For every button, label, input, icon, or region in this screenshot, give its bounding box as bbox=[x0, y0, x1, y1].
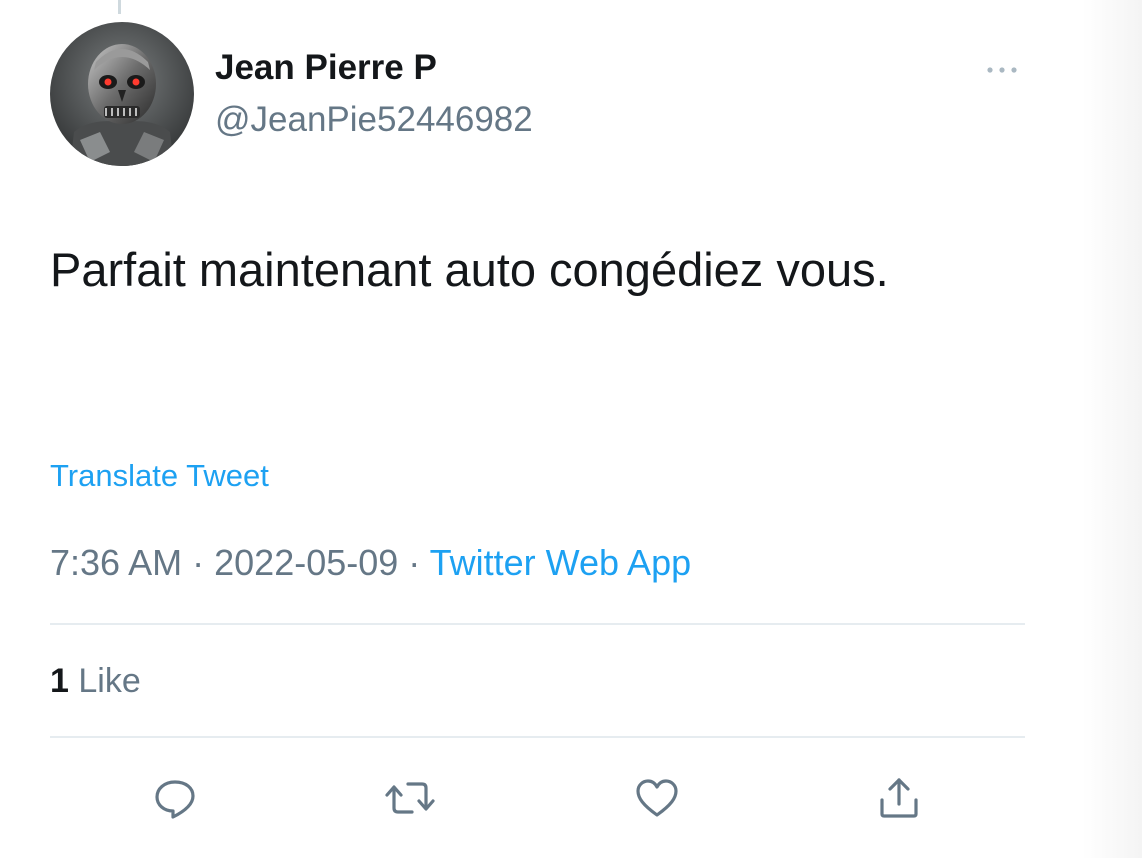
retweet-icon bbox=[385, 782, 435, 814]
thread-connector-line bbox=[118, 0, 121, 14]
edge-shade bbox=[1082, 0, 1142, 858]
heart-icon bbox=[636, 779, 678, 817]
likes-label: Like bbox=[78, 662, 141, 700]
author-display-name[interactable]: Jean Pierre P bbox=[215, 48, 437, 88]
meta-separator: · bbox=[408, 542, 421, 583]
reply-icon bbox=[155, 780, 195, 819]
share-button[interactable] bbox=[869, 768, 929, 828]
like-button[interactable] bbox=[627, 768, 687, 828]
likes-count-link[interactable]: 1 Like bbox=[50, 662, 141, 701]
tweet-text: Parfait maintenant auto congédiez vous. bbox=[50, 243, 889, 296]
tweet-detail-view: Jean Pierre P @JeanPie52446982 Parfait m… bbox=[0, 0, 1142, 858]
tweet-action-bar bbox=[0, 760, 1142, 840]
retweet-button[interactable] bbox=[380, 768, 440, 828]
author-handle[interactable]: @JeanPie52446982 bbox=[215, 100, 533, 140]
tweet-metadata: 7:36 AM · 2022-05-09 · Twitter Web App bbox=[50, 542, 691, 584]
avatar[interactable] bbox=[50, 22, 194, 166]
likes-count: 1 bbox=[50, 662, 69, 700]
tweet-source-link[interactable]: Twitter Web App bbox=[430, 542, 691, 583]
terminator-avatar-icon bbox=[50, 22, 194, 166]
tweet-date[interactable]: 2022-05-09 bbox=[214, 542, 398, 583]
more-horizontal-icon bbox=[987, 67, 1017, 73]
divider bbox=[50, 736, 1025, 738]
tweet-time[interactable]: 7:36 AM bbox=[50, 542, 182, 583]
divider bbox=[50, 623, 1025, 625]
reply-button[interactable] bbox=[145, 768, 205, 828]
more-options-button[interactable] bbox=[978, 56, 1026, 84]
meta-separator: · bbox=[192, 542, 205, 583]
share-icon bbox=[880, 778, 918, 818]
translate-tweet-link[interactable]: Translate Tweet bbox=[50, 458, 269, 494]
